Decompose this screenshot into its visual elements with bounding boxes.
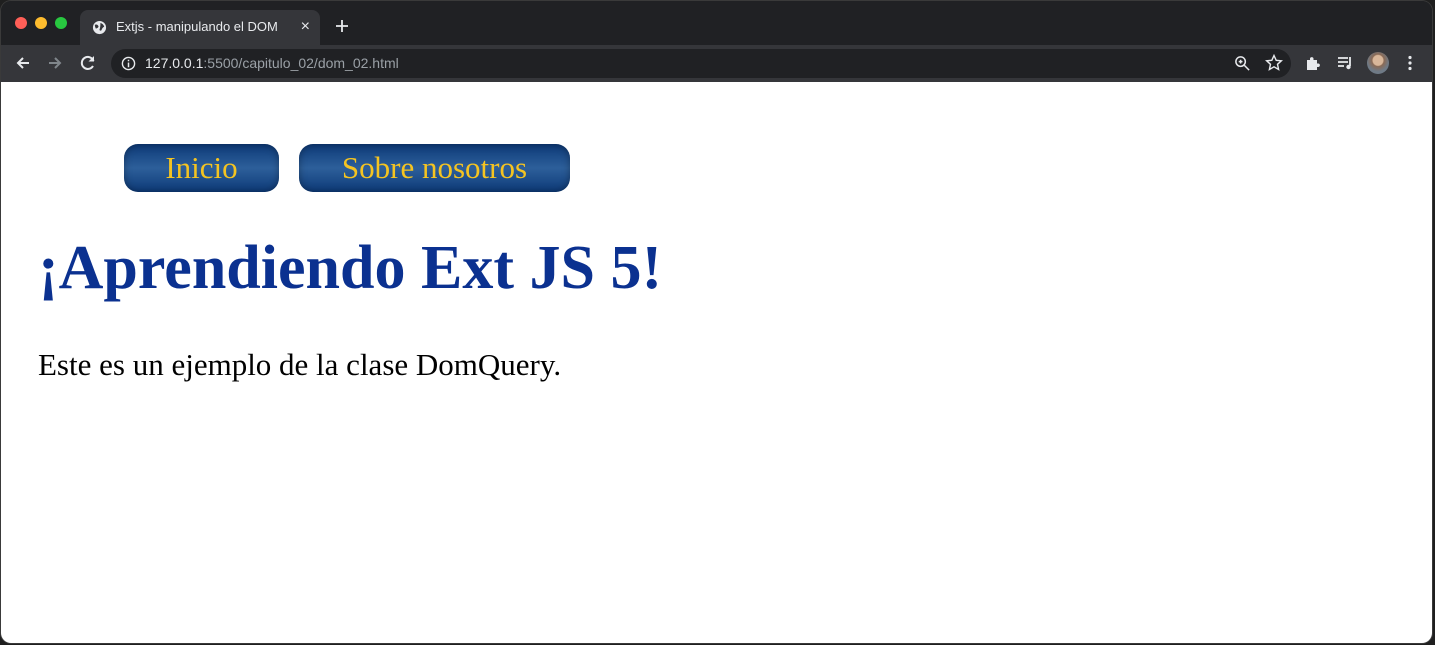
browser-toolbar: 127.0.0.1:5500/capitulo_02/dom_02.html bbox=[1, 45, 1432, 82]
star-icon[interactable] bbox=[1265, 54, 1283, 72]
forward-arrow-icon[interactable] bbox=[45, 53, 65, 73]
info-icon[interactable] bbox=[121, 56, 136, 71]
close-window-button[interactable] bbox=[15, 17, 27, 29]
zoom-icon[interactable] bbox=[1234, 55, 1251, 72]
minimize-window-button[interactable] bbox=[35, 17, 47, 29]
browser-tab[interactable]: Extjs - manipulando el DOM × bbox=[80, 10, 320, 45]
url-text[interactable]: 127.0.0.1:5500/capitulo_02/dom_02.html bbox=[145, 55, 399, 71]
avatar[interactable] bbox=[1367, 52, 1389, 74]
kebab-menu-icon[interactable] bbox=[1401, 54, 1419, 72]
tab-title: Extjs - manipulando el DOM bbox=[116, 19, 278, 34]
address-bar[interactable]: 127.0.0.1:5500/capitulo_02/dom_02.html bbox=[111, 49, 1291, 78]
browser-window: Extjs - manipulando el DOM × 127.0.0.1:5… bbox=[1, 1, 1432, 643]
nav-button-sobre-nosotros[interactable]: Sobre nosotros bbox=[299, 144, 570, 192]
close-icon[interactable]: × bbox=[301, 18, 310, 36]
page-content: Inicio Sobre nosotros ¡Aprendiendo Ext J… bbox=[1, 82, 1432, 643]
puzzle-icon[interactable] bbox=[1304, 54, 1322, 72]
media-queue-icon[interactable] bbox=[1336, 54, 1354, 72]
nav-button-inicio[interactable]: Inicio bbox=[124, 144, 279, 192]
title-bar: Extjs - manipulando el DOM × bbox=[1, 1, 1432, 45]
reload-icon[interactable] bbox=[78, 53, 98, 73]
back-arrow-icon[interactable] bbox=[13, 53, 33, 73]
globe-icon bbox=[92, 20, 107, 35]
url-path: :5500/capitulo_02/dom_02.html bbox=[203, 55, 399, 71]
plus-icon[interactable] bbox=[332, 16, 352, 36]
page-paragraph: Este es un ejemplo de la clase DomQuery. bbox=[38, 347, 562, 382]
page-heading: ¡Aprendiendo Ext JS 5! bbox=[38, 234, 663, 302]
zoom-window-button[interactable] bbox=[55, 17, 67, 29]
url-host: 127.0.0.1 bbox=[145, 55, 204, 71]
